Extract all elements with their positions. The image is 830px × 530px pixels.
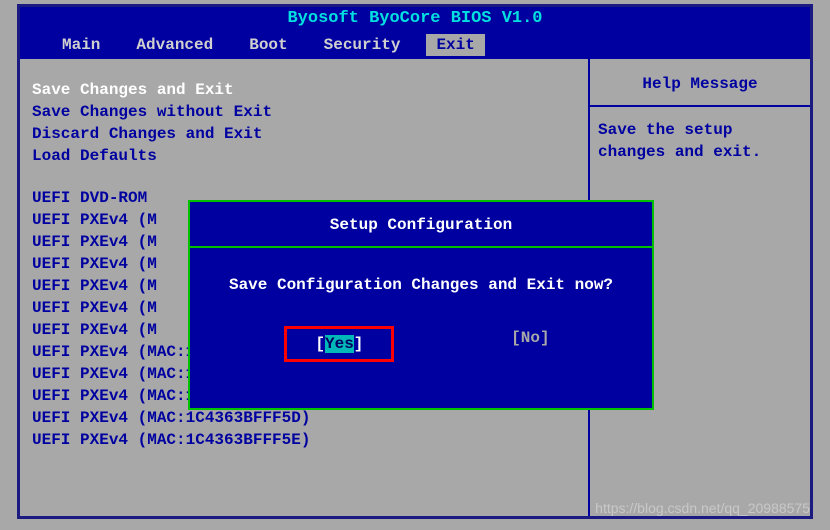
no-button-label: No [521,329,540,347]
exit-option-save-no-exit[interactable]: Save Changes without Exit [32,101,582,123]
help-header: Help Message [590,59,810,107]
exit-options-list: Save Changes and Exit Save Changes witho… [32,79,582,167]
menu-tab-security[interactable]: Security [314,34,411,56]
confirmation-dialog: Setup Configuration Save Configuration C… [188,200,654,410]
watermark: https://blog.csdn.net/qq_20988575 [595,500,810,516]
menu-tab-advanced[interactable]: Advanced [126,34,223,56]
yes-button[interactable]: [Yes] [307,332,371,356]
help-content: Save the setup changes and exit. [590,107,810,175]
dialog-title: Setup Configuration [190,202,652,248]
header-bar: Byosoft ByoCore BIOS V1.0 Main Advanced … [20,7,810,59]
dialog-message: Save Configuration Changes and Exit now? [190,276,652,294]
exit-option-load-defaults[interactable]: Load Defaults [32,145,582,167]
menu-tab-exit[interactable]: Exit [426,34,484,56]
yes-button-label: Yes [325,335,354,353]
menu-tabs: Main Advanced Boot Security Exit [20,30,810,56]
menu-tab-main[interactable]: Main [52,34,110,56]
boot-item[interactable]: UEFI PXEv4 (MAC:1C4363BFFF5D) [32,407,582,429]
bios-title: Byosoft ByoCore BIOS V1.0 [20,7,810,30]
dialog-buttons: [Yes] [No] [190,326,652,362]
dialog-body: Save Configuration Changes and Exit now?… [190,248,652,362]
exit-option-save-exit[interactable]: Save Changes and Exit [32,79,582,101]
menu-tab-boot[interactable]: Boot [239,34,297,56]
exit-option-discard-exit[interactable]: Discard Changes and Exit [32,123,582,145]
boot-item[interactable]: UEFI PXEv4 (MAC:1C4363BFFF5E) [32,429,582,451]
yes-button-highlight: [Yes] [284,326,394,362]
no-button[interactable]: [No] [503,326,557,362]
